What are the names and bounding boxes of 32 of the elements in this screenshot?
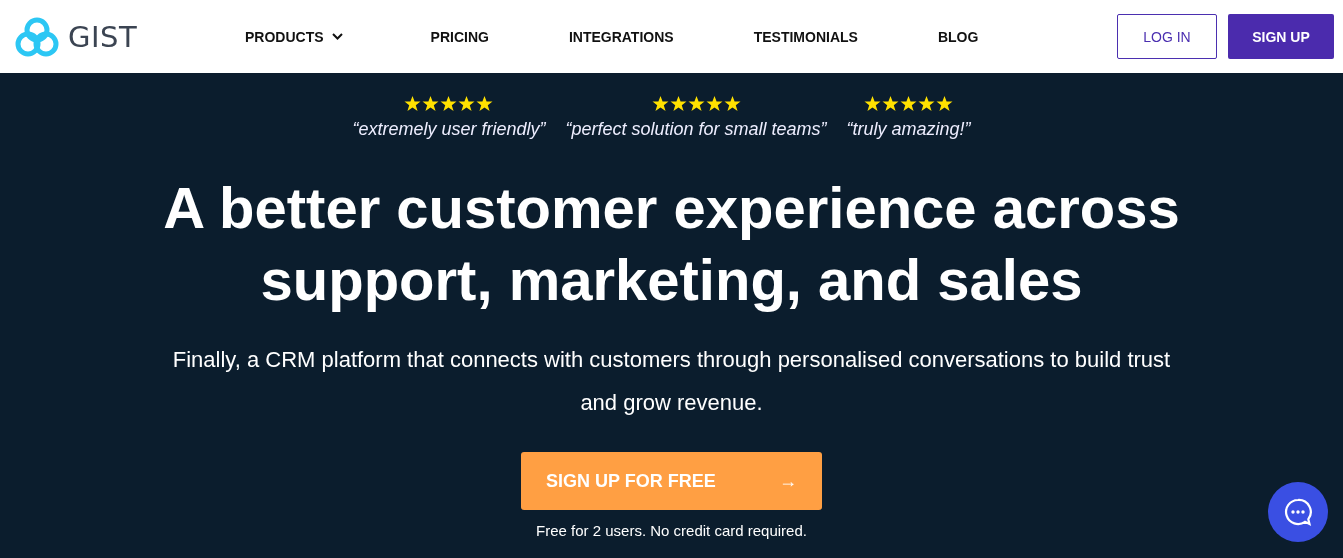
nav-link[interactable]: BLOG <box>937 28 979 45</box>
signup-button[interactable]: SIGN UP <box>1228 14 1334 59</box>
chat-button[interactable] <box>1268 482 1328 542</box>
star-icon <box>900 96 918 112</box>
star-icon <box>705 96 723 112</box>
star-icon <box>440 96 458 112</box>
chat-icon <box>1283 497 1313 527</box>
signup-note: Free for 2 users. No credit card required. <box>536 522 807 539</box>
nav-link[interactable]: PRICING <box>430 28 489 45</box>
hero-heading: A better customer experience across support, marketing, and sales <box>162 174 1181 314</box>
nav-link[interactable]: PRODUCTS <box>245 28 343 45</box>
review-quote: “truly amazing!” <box>846 119 971 140</box>
hero-subtitle: Finally, a CRM platform that connects with customers through personalised conversations to build trust and grow revenue. <box>171 346 1172 417</box>
star-icon <box>723 96 741 112</box>
nav-link[interactable]: INTEGRATIONS <box>568 28 674 45</box>
star-icon <box>476 96 494 112</box>
star-icon <box>669 96 687 112</box>
review-quote: “perfect solution for small teams” <box>565 119 827 140</box>
star-icon <box>687 96 705 112</box>
star-icon <box>936 96 954 112</box>
star-icon <box>458 96 476 112</box>
review-quote: “extremely user friendly” <box>352 119 546 140</box>
logo-icon <box>15 16 59 57</box>
login-button[interactable]: LOG IN <box>1117 14 1217 59</box>
nav-link[interactable]: TESTIMONIALS <box>753 28 858 45</box>
star-icon <box>422 96 440 112</box>
star-icon <box>882 96 900 112</box>
logo-text: GIST <box>68 19 138 54</box>
star-icon <box>864 96 882 112</box>
star-icon <box>918 96 936 112</box>
star-icon <box>651 96 669 112</box>
star-icon <box>404 96 422 112</box>
